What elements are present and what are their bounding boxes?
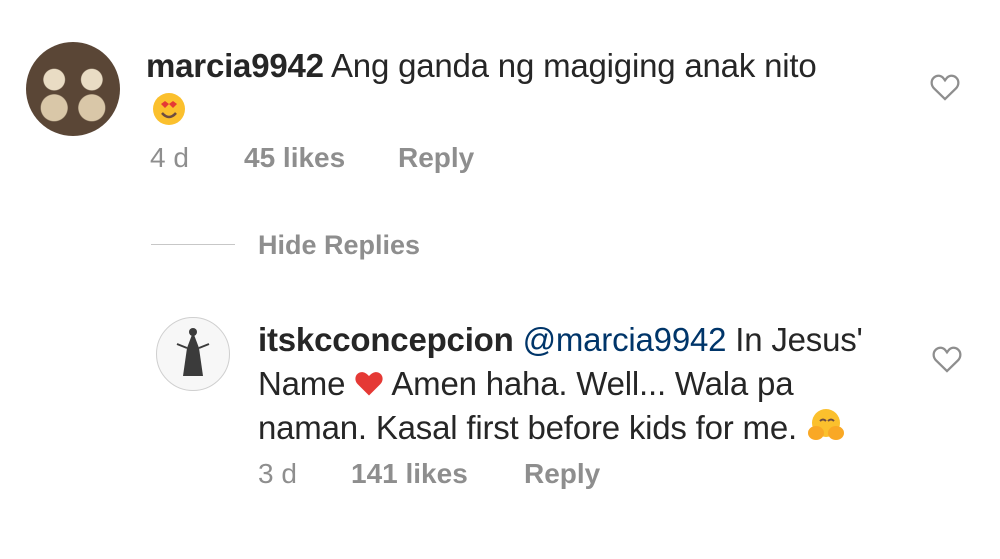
reply-line2-end: Amen haha. Well... Wala pa: [391, 365, 794, 402]
reply-time: 3 d: [258, 458, 297, 489]
reply-avatar[interactable]: [156, 317, 230, 391]
like-heart-icon[interactable]: [928, 70, 962, 104]
comment-body: Ang ganda ng magiging anak nito: [330, 47, 817, 84]
comment-likes[interactable]: 45 likes: [244, 142, 345, 174]
replies-divider: [151, 244, 235, 245]
reply-meta: 3 d: [258, 458, 297, 490]
reply-line2-start: Name: [258, 365, 346, 402]
red-heart-icon: [354, 364, 384, 408]
reply-username[interactable]: itskcconcepcion: [258, 321, 514, 358]
smiling-face-with-heart-eyes-icon: [151, 91, 187, 132]
reply-line-2: Name Amen haha. Well... Wala pa: [258, 362, 794, 408]
reply-reply-button[interactable]: Reply: [524, 458, 600, 490]
comment-time: 4 d: [150, 142, 189, 173]
hands-face-icon: [806, 407, 846, 454]
avatar[interactable]: [26, 42, 120, 136]
comment-text: marcia9942 Ang ganda ng magiging anak ni…: [146, 44, 817, 88]
reply-line1-tail: In Jesus': [735, 321, 863, 358]
reply-line3: naman. Kasal first before kids for me.: [258, 409, 797, 446]
hide-replies-button[interactable]: Hide Replies: [258, 229, 420, 261]
reply-like-heart-icon[interactable]: [930, 342, 964, 376]
reply-likes[interactable]: 141 likes: [351, 458, 468, 490]
comment-meta: 4 d: [150, 142, 189, 174]
reply-line-3: naman. Kasal first before kids for me.: [258, 406, 846, 454]
reply-line-1: itskcconcepcion @marcia9942 In Jesus': [258, 318, 863, 362]
comment-reply-button[interactable]: Reply: [398, 142, 474, 174]
reply-mention[interactable]: @marcia9942: [523, 321, 727, 358]
comment-username[interactable]: marcia9942: [146, 47, 324, 84]
